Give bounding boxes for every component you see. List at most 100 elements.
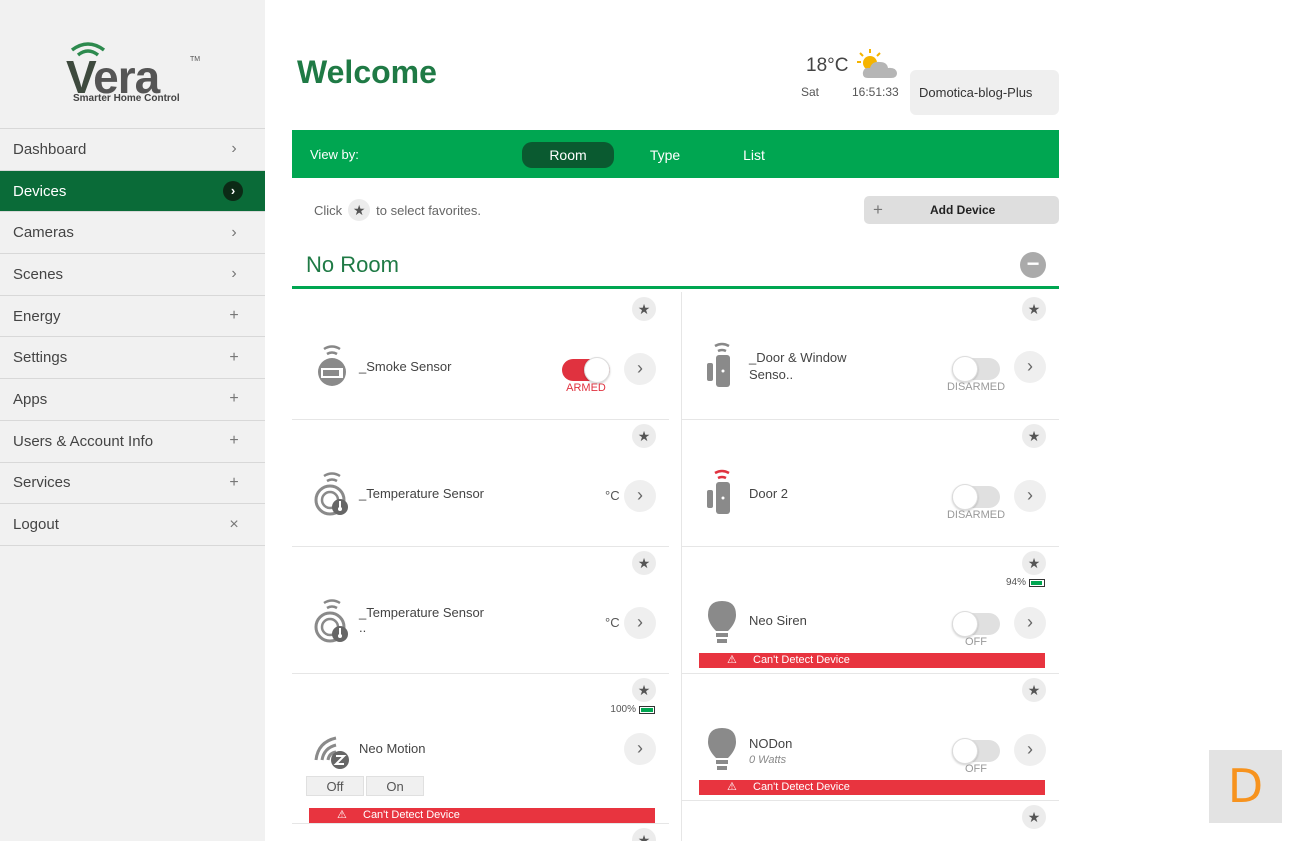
device-state: DISARMED bbox=[946, 509, 1006, 521]
zwave-motion-icon bbox=[314, 736, 349, 769]
warning-icon: ⚠ bbox=[337, 809, 347, 821]
plus-icon: + bbox=[873, 200, 883, 219]
device-state: OFF bbox=[965, 763, 987, 775]
sidebar-item-label: Energy bbox=[13, 307, 61, 325]
page-title: Welcome bbox=[297, 54, 437, 90]
device-name: Door 2 bbox=[749, 486, 789, 501]
power-toggle[interactable] bbox=[952, 738, 1000, 764]
device-name: _Smoke Sensor bbox=[359, 359, 452, 374]
favorite-star-icon[interactable]: ★ bbox=[632, 551, 656, 575]
clock-time: 16:51:33 bbox=[852, 85, 899, 99]
sidebar-item-apps[interactable]: Apps + bbox=[0, 379, 265, 421]
favorite-star-icon[interactable]: ★ bbox=[1022, 424, 1046, 448]
add-device-button[interactable]: + Add Device bbox=[864, 196, 1059, 224]
device-details-arrow-icon[interactable]: › bbox=[1014, 480, 1046, 512]
favorite-star-icon[interactable]: ★ bbox=[632, 297, 656, 321]
device-card-nodon: ★ NODon 0 Watts OFF › ⚠ Can't Detect Dev… bbox=[682, 674, 1059, 801]
sidebar-item-cameras[interactable]: Cameras › bbox=[0, 212, 265, 255]
tab-type[interactable]: Type bbox=[640, 142, 690, 168]
tab-list[interactable]: List bbox=[732, 142, 776, 168]
favorites-hint-suffix: to select favorites. bbox=[376, 202, 481, 218]
tab-room[interactable]: Room bbox=[522, 142, 614, 168]
battery-indicator: 100% bbox=[610, 704, 655, 715]
device-card-partial: ★ bbox=[682, 801, 1059, 841]
sidebar-item-users-account[interactable]: Users & Account Info + bbox=[0, 421, 265, 463]
device-state: OFF bbox=[965, 636, 987, 648]
favorite-star-icon[interactable]: ★ bbox=[1022, 805, 1046, 829]
warning-icon: ⚠ bbox=[727, 654, 737, 666]
favorite-star-icon[interactable]: ★ bbox=[1022, 678, 1046, 702]
sidebar-item-label: Logout bbox=[13, 516, 59, 534]
cant-detect-alert: ⚠ Can't Detect Device bbox=[699, 653, 1045, 668]
sidebar-item-label: Dashboard bbox=[13, 140, 87, 158]
logo-tagline: Smarter Home Control bbox=[73, 93, 180, 104]
device-details-arrow-icon[interactable]: › bbox=[1014, 607, 1046, 639]
device-details-arrow-icon[interactable]: › bbox=[1014, 734, 1046, 766]
device-card-partial: ★ bbox=[292, 824, 669, 841]
temperature-unit: °C bbox=[605, 488, 620, 503]
cant-detect-alert: ⚠ Can't Detect Device bbox=[309, 808, 655, 823]
device-details-arrow-icon[interactable]: › bbox=[624, 733, 656, 765]
cant-detect-alert: ⚠ Can't Detect Device bbox=[699, 780, 1045, 795]
favorite-star-icon[interactable]: ★ bbox=[632, 678, 656, 702]
controller-selector[interactable]: Domotica-blog-Plus bbox=[910, 70, 1059, 115]
temperature-sensor-icon bbox=[314, 599, 348, 643]
favorite-star-icon[interactable]: ★ bbox=[632, 424, 656, 448]
device-details-arrow-icon[interactable]: › bbox=[624, 353, 656, 385]
view-by-bar: View by: Room Type List bbox=[292, 130, 1059, 178]
device-name: _Temperature Sensor bbox=[359, 605, 485, 620]
device-card-smoke-sensor: ★ _Smoke Sensor ARMED › bbox=[292, 293, 669, 420]
device-details-arrow-icon[interactable]: › bbox=[624, 607, 656, 639]
toggle-knob bbox=[584, 357, 610, 383]
sidebar-item-settings[interactable]: Settings + bbox=[0, 337, 265, 380]
collapse-room-button[interactable]: − bbox=[1020, 252, 1046, 278]
sidebar-item-label: Services bbox=[13, 474, 71, 492]
power-toggle[interactable] bbox=[952, 611, 1000, 637]
alert-text: Can't Detect Device bbox=[363, 809, 460, 821]
sidebar-item-energy[interactable]: Energy + bbox=[0, 296, 265, 338]
device-card-door-window-sensor: ★ _Door & Window Senso.. DISARMED › bbox=[682, 293, 1059, 420]
plus-icon: + bbox=[229, 348, 239, 366]
device-details-arrow-icon[interactable]: › bbox=[624, 480, 656, 512]
battery-icon bbox=[1029, 578, 1045, 587]
toggle-knob bbox=[952, 356, 978, 382]
star-icon: ★ bbox=[348, 199, 371, 221]
armed-toggle[interactable] bbox=[562, 357, 610, 383]
on-button[interactable]: On bbox=[366, 776, 424, 796]
toggle-knob bbox=[952, 484, 978, 510]
favorite-star-icon[interactable]: ★ bbox=[632, 828, 656, 841]
device-card-neo-motion: ★ 100% Neo Motion › Off On ⚠ Can't Detec… bbox=[292, 674, 669, 824]
favorites-hint: Click ★ to select favorites. bbox=[314, 199, 481, 221]
favorite-star-icon[interactable]: ★ bbox=[1022, 297, 1046, 321]
device-name: Neo Motion bbox=[359, 741, 426, 756]
room-title: No Room bbox=[306, 252, 399, 277]
sidebar-item-devices[interactable]: Devices › bbox=[0, 170, 265, 213]
temperature-unit: °C bbox=[605, 615, 620, 630]
sidebar-item-label: Scenes bbox=[13, 265, 64, 283]
smoke-sensor-icon bbox=[318, 345, 346, 386]
plus-icon: + bbox=[229, 390, 239, 408]
chevron-right-icon: › bbox=[231, 223, 237, 241]
favorite-star-icon[interactable]: ★ bbox=[1022, 551, 1046, 575]
vera-logo[interactable]: Vera TM Smarter Home Control bbox=[0, 0, 265, 128]
device-details-arrow-icon[interactable]: › bbox=[1014, 351, 1046, 383]
sidebar-item-label: Devices bbox=[13, 182, 67, 200]
sidebar-item-label: Users & Account Info bbox=[13, 432, 154, 450]
battery-indicator: 94% bbox=[1006, 577, 1045, 588]
temperature-readout: 18°C bbox=[806, 55, 849, 76]
temperature-sensor-icon bbox=[314, 472, 348, 516]
sidebar-item-label: Apps bbox=[13, 390, 48, 408]
sidebar-item-label: Cameras bbox=[13, 224, 74, 242]
alert-text: Can't Detect Device bbox=[753, 654, 850, 666]
armed-toggle[interactable] bbox=[952, 484, 1000, 510]
armed-toggle[interactable] bbox=[952, 356, 1000, 382]
sidebar-item-dashboard[interactable]: Dashboard › bbox=[0, 129, 265, 171]
sidebar-item-logout[interactable]: Logout × bbox=[0, 504, 265, 546]
sidebar-item-services[interactable]: Services + bbox=[0, 463, 265, 505]
off-button[interactable]: Off bbox=[306, 776, 364, 796]
sidebar-item-scenes[interactable]: Scenes › bbox=[0, 254, 265, 296]
chevron-right-icon: › bbox=[231, 265, 237, 283]
partly-cloudy-icon bbox=[857, 49, 897, 78]
device-state: ARMED bbox=[566, 382, 606, 394]
warning-icon: ⚠ bbox=[727, 781, 737, 793]
